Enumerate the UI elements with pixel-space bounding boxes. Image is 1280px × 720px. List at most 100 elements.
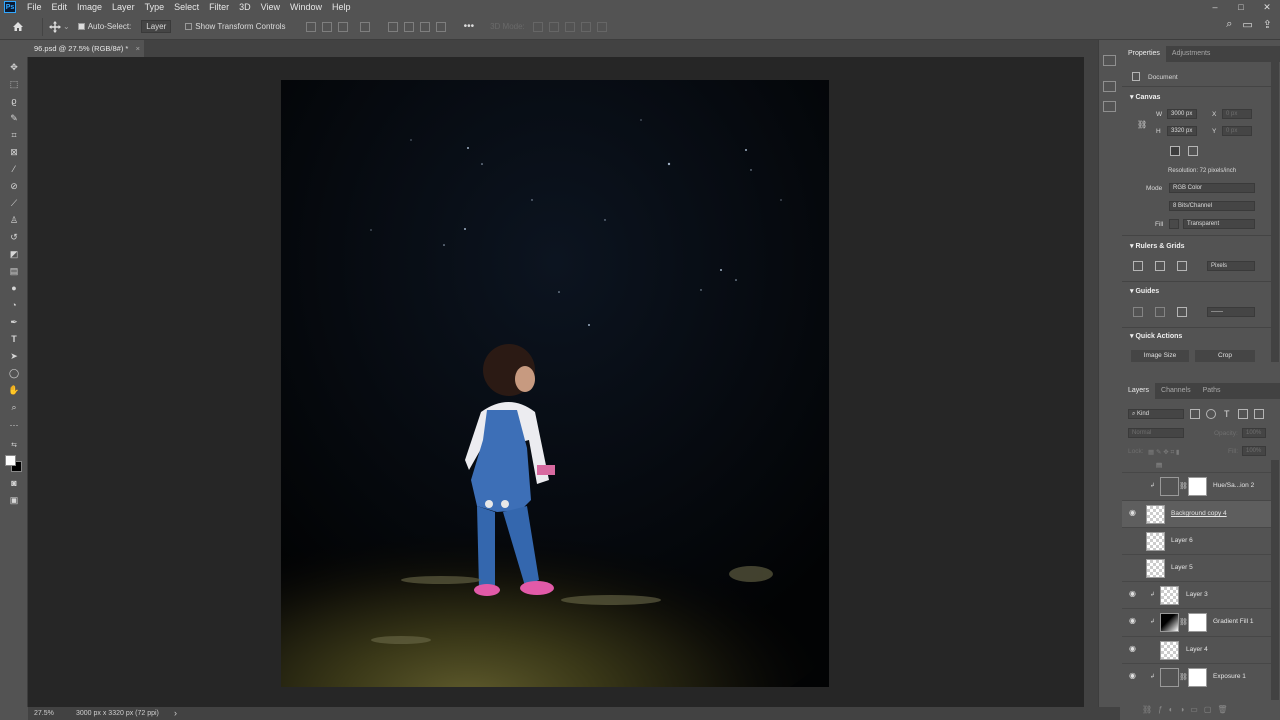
new-guide-icon[interactable] bbox=[1177, 307, 1187, 317]
fill-dropdown[interactable]: Transparent bbox=[1183, 219, 1255, 229]
guides-header[interactable]: ▾ Guides bbox=[1130, 287, 1159, 295]
tab-adjustments[interactable]: Adjustments bbox=[1166, 46, 1217, 62]
layer-row[interactable]: ◉ ↲ ⛓ Exposure 1 bbox=[1122, 663, 1272, 690]
ruler-icon[interactable] bbox=[1133, 261, 1143, 271]
quick-mask-icon[interactable]: ◙ bbox=[7, 477, 21, 489]
menu-edit[interactable]: Edit bbox=[47, 0, 73, 14]
y-field[interactable]: 0 px bbox=[1222, 126, 1252, 136]
align-right-icon[interactable] bbox=[337, 21, 348, 32]
layer-mask[interactable] bbox=[1188, 613, 1207, 632]
layer-row[interactable]: ◉ ↲ Layer 3 bbox=[1122, 581, 1272, 608]
brush-settings-icon[interactable] bbox=[1103, 81, 1116, 92]
layer-row[interactable]: ◉ Layer 4 bbox=[1122, 636, 1272, 663]
move-tool[interactable]: ✥ bbox=[7, 61, 21, 73]
distribute-icon[interactable] bbox=[359, 21, 370, 32]
align-middle-icon[interactable] bbox=[403, 21, 414, 32]
filter-pixel-icon[interactable] bbox=[1190, 409, 1200, 419]
height-field[interactable]: 3320 px bbox=[1167, 126, 1197, 136]
link-icon[interactable]: ⛓ bbox=[1179, 618, 1188, 626]
marquee-tool[interactable]: ⬚ bbox=[7, 78, 21, 90]
guide-style-dropdown[interactable]: —— bbox=[1207, 307, 1255, 317]
eyedropper-tool[interactable]: ⁄ bbox=[7, 163, 21, 175]
eraser-tool[interactable]: ◩ bbox=[7, 248, 21, 260]
screen-mode-icon[interactable]: ▣ bbox=[7, 494, 21, 506]
guide-layout-icon[interactable] bbox=[1155, 307, 1165, 317]
tab-layers[interactable]: Layers bbox=[1122, 383, 1156, 399]
brush-tool[interactable]: ⟋ bbox=[7, 197, 21, 209]
eye-icon[interactable]: ◉ bbox=[1129, 645, 1139, 653]
home-button[interactable] bbox=[0, 21, 36, 32]
path-select-tool[interactable]: ➤ bbox=[7, 350, 21, 362]
dodge-tool[interactable]: ◔ bbox=[7, 299, 21, 311]
crop-tool[interactable]: ⌗ bbox=[7, 129, 21, 141]
menu-image[interactable]: Image bbox=[72, 0, 107, 14]
move-tool-icon[interactable] bbox=[49, 20, 61, 33]
eye-icon[interactable]: ◉ bbox=[1129, 509, 1139, 517]
width-field[interactable]: 3000 px bbox=[1167, 109, 1197, 119]
eye-icon[interactable]: ◉ bbox=[1129, 672, 1139, 680]
menu-view[interactable]: View bbox=[256, 0, 285, 14]
canvas-area[interactable] bbox=[28, 57, 1084, 707]
quick-actions-header[interactable]: ▾ Quick Actions bbox=[1130, 332, 1182, 340]
layer-row[interactable]: ↲ ⛓ Hue/Sa...ion 2 bbox=[1122, 472, 1272, 499]
layer-row[interactable]: Layer 5 bbox=[1122, 554, 1272, 581]
menu-3d[interactable]: 3D bbox=[234, 0, 256, 14]
swap-colors-icon[interactable]: ⇆ bbox=[7, 439, 21, 451]
menu-select[interactable]: Select bbox=[169, 0, 204, 14]
align-left-icon[interactable] bbox=[305, 21, 316, 32]
auto-select-dropdown[interactable]: Layer bbox=[141, 20, 172, 33]
fill-swatch[interactable] bbox=[1169, 219, 1179, 229]
align-center-icon[interactable] bbox=[321, 21, 332, 32]
type-tool[interactable]: T bbox=[7, 333, 21, 345]
rulers-grids-header[interactable]: ▾ Rulers & Grids bbox=[1130, 242, 1184, 250]
layers-scrollbar[interactable] bbox=[1271, 460, 1279, 700]
document-canvas[interactable] bbox=[281, 80, 829, 687]
maximize-button[interactable]: □ bbox=[1228, 0, 1254, 14]
status-menu-arrow[interactable]: › bbox=[174, 707, 177, 720]
properties-scrollbar[interactable] bbox=[1271, 62, 1279, 362]
layer-mask[interactable] bbox=[1188, 477, 1207, 496]
history-icon[interactable] bbox=[1103, 55, 1116, 66]
blur-tool[interactable]: ● bbox=[7, 282, 21, 294]
layer-filter-dropdown[interactable]: ⌕ Kind bbox=[1128, 409, 1184, 419]
link-icon[interactable]: ⛓ bbox=[1137, 120, 1147, 129]
layer-row[interactable]: Layer 6 bbox=[1122, 527, 1272, 554]
menu-window[interactable]: Window bbox=[285, 0, 327, 14]
image-size-button[interactable]: Image Size bbox=[1131, 350, 1189, 362]
lasso-tool[interactable]: ϱ bbox=[7, 95, 21, 107]
layer-row[interactable]: ◉ Background copy 4 bbox=[1122, 500, 1272, 527]
adjust-icon[interactable] bbox=[1103, 101, 1116, 112]
transform-controls-checkbox[interactable] bbox=[185, 23, 193, 30]
chevron-down-icon[interactable]: ⌄ bbox=[63, 22, 70, 31]
layer-row[interactable]: ◉ ↲ ⛓ Gradient Fill 1 bbox=[1122, 608, 1272, 635]
opacity-field[interactable]: 100% bbox=[1242, 428, 1266, 438]
workspace-icon[interactable]: ▭ bbox=[1242, 18, 1252, 31]
canvas-section-header[interactable]: ▾ Canvas bbox=[1130, 93, 1160, 101]
lock-icons[interactable]: ▦ ✎ ✥ ⌗ ▮ bbox=[1148, 448, 1180, 457]
guide-icon[interactable] bbox=[1133, 307, 1143, 317]
menu-filter[interactable]: Filter bbox=[204, 0, 234, 14]
bit-depth-dropdown[interactable]: 8 Bits/Channel bbox=[1169, 201, 1255, 211]
auto-select-checkbox[interactable] bbox=[77, 23, 85, 30]
canvas-scrollbar[interactable] bbox=[1084, 57, 1098, 707]
clone-stamp-tool[interactable]: ♙ bbox=[7, 214, 21, 226]
close-tab-icon[interactable]: × bbox=[136, 40, 140, 57]
more-options-button[interactable]: ••• bbox=[464, 21, 475, 32]
tab-properties[interactable]: Properties bbox=[1122, 46, 1166, 62]
align-top-icon[interactable] bbox=[387, 21, 398, 32]
layer-mask[interactable] bbox=[1188, 668, 1207, 687]
menu-help[interactable]: Help bbox=[327, 0, 356, 14]
layers-footer-icons[interactable]: ⛓ƒ◐◑▭▢🗑 bbox=[1142, 705, 1234, 714]
foreground-color-swatch[interactable] bbox=[5, 455, 16, 466]
fill-field[interactable]: 100% bbox=[1242, 446, 1266, 456]
filter-shape-icon[interactable] bbox=[1238, 409, 1248, 419]
link-icon[interactable]: ⛓ bbox=[1179, 482, 1188, 490]
zoom-tool[interactable]: ⌕ bbox=[7, 401, 21, 413]
pen-tool[interactable]: ✒ bbox=[7, 316, 21, 328]
filter-type-icon[interactable]: T bbox=[1224, 409, 1230, 419]
mode-dropdown[interactable]: RGB Color bbox=[1169, 183, 1255, 193]
tab-paths[interactable]: Paths bbox=[1197, 383, 1227, 399]
document-tab[interactable]: 96.psd @ 27.5% (RGB/8#) * × bbox=[28, 40, 144, 57]
close-window-button[interactable]: ✕ bbox=[1254, 0, 1280, 14]
eye-icon[interactable]: ◉ bbox=[1129, 590, 1139, 598]
